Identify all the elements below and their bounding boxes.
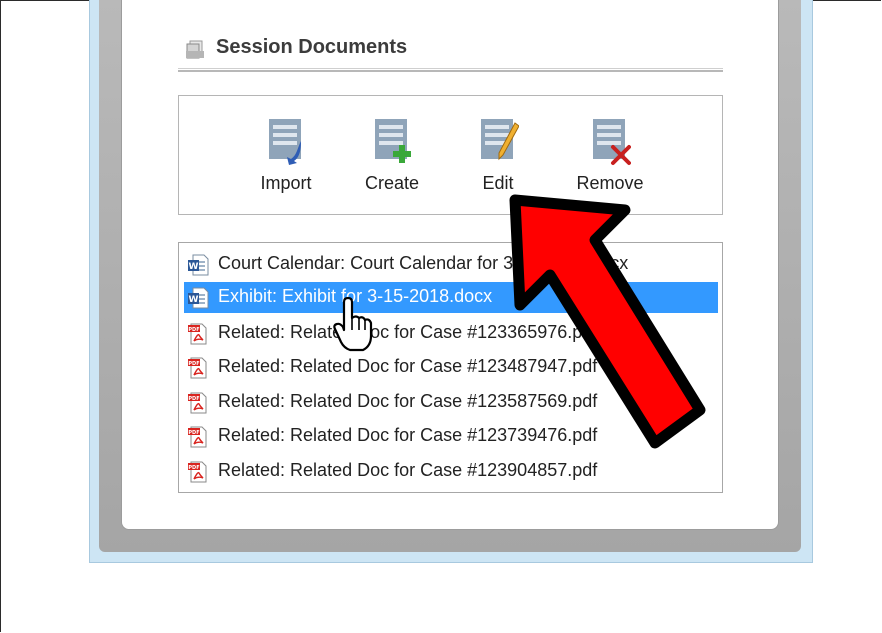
svg-text:PDF: PDF xyxy=(188,327,199,333)
pdf-icon: PDF xyxy=(188,323,207,345)
import-label: Import xyxy=(260,173,312,193)
hand-cursor-icon xyxy=(333,296,373,352)
edit-button[interactable]: Edit xyxy=(458,115,538,195)
svg-text:W: W xyxy=(189,295,199,305)
pdf-icon: PDF xyxy=(188,357,207,379)
title-divider xyxy=(178,68,723,72)
section-title: Session Documents xyxy=(216,36,408,58)
svg-text:W: W xyxy=(189,262,199,272)
svg-text:PDF: PDF xyxy=(188,465,199,471)
remove-button[interactable]: Remove xyxy=(570,115,650,195)
import-icon xyxy=(269,119,301,165)
word-doc-icon: W xyxy=(188,287,209,309)
pdf-icon: PDF xyxy=(188,426,207,448)
annotation-arrow-icon xyxy=(509,194,706,449)
edit-icon xyxy=(481,119,519,161)
remove-icon xyxy=(593,119,631,165)
svg-text:PDF: PDF xyxy=(188,361,199,367)
svg-text:PDF: PDF xyxy=(188,396,199,402)
documents-icon xyxy=(186,40,204,59)
import-button[interactable]: Import xyxy=(246,115,326,195)
word-doc-icon: W xyxy=(188,254,209,276)
create-button[interactable]: Create xyxy=(352,115,432,195)
pdf-icon: PDF xyxy=(188,461,207,483)
create-icon xyxy=(375,119,411,163)
create-label: Create xyxy=(364,173,420,193)
list-item[interactable]: PDF Related: Related Doc for Case #12390… xyxy=(184,456,718,487)
document-label: Related: Related Doc for Case #123904857… xyxy=(218,460,598,480)
pdf-icon: PDF xyxy=(188,392,207,414)
svg-text:PDF: PDF xyxy=(188,430,199,436)
